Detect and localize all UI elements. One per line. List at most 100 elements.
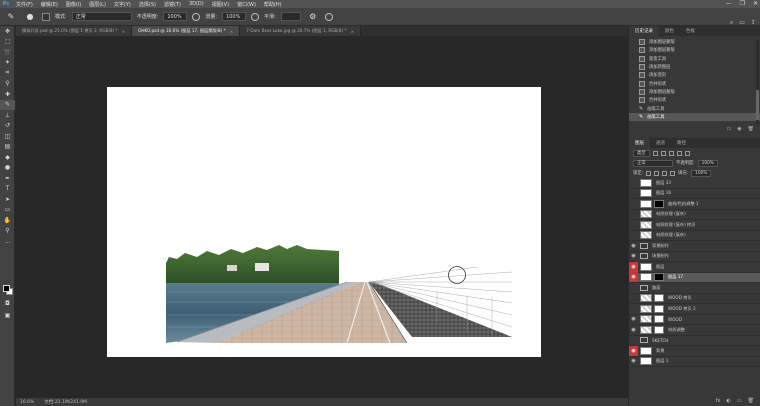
visibility-eye-icon[interactable]: ◉	[629, 251, 638, 261]
fill-field[interactable]: 100%	[691, 169, 712, 177]
dodge-tool-icon[interactable]: ●	[0, 163, 15, 174]
healing-brush-tool-icon[interactable]: ✚	[0, 89, 15, 100]
pressure-opacity-icon[interactable]	[192, 12, 201, 21]
layer-row[interactable]: ◉ 背景制作	[629, 241, 760, 252]
menu-window[interactable]: 窗口(W)	[233, 1, 260, 8]
adjustment-layer-icon[interactable]: ◐	[727, 398, 731, 406]
visibility-eye-icon[interactable]	[629, 209, 638, 219]
type-tool-icon[interactable]: T	[0, 184, 15, 195]
lock-transparent-icon[interactable]	[646, 170, 652, 176]
eyedropper-tool-icon[interactable]: ⚲	[0, 79, 15, 90]
blur-tool-icon[interactable]: ◆	[0, 152, 15, 163]
layer-row[interactable]: ◉ WOOD	[629, 314, 760, 325]
pressure-size-icon[interactable]	[324, 12, 333, 21]
visibility-eye-icon[interactable]: ◉	[629, 241, 638, 251]
blend-mode-select[interactable]: 正常	[633, 159, 673, 167]
rectangle-tool-icon[interactable]: ▭	[0, 205, 15, 216]
history-brush-tool-icon[interactable]: ↺	[0, 121, 15, 132]
mode-select[interactable]: 正常	[71, 12, 132, 21]
history-item[interactable]: 添加图层蒙版	[629, 46, 760, 54]
clone-stamp-tool-icon[interactable]: ⊥	[0, 110, 15, 121]
visibility-eye-icon[interactable]: ◉	[629, 261, 638, 272]
visibility-eye-icon[interactable]	[629, 304, 638, 314]
quick-mask-icon[interactable]: ◘	[0, 298, 15, 309]
gradient-tool-icon[interactable]: ▤	[0, 142, 15, 153]
layer-row[interactable]: 路面	[629, 283, 760, 294]
layer-mask-thumbnail[interactable]	[654, 304, 664, 313]
layer-row[interactable]: ◉ 图层 1	[629, 356, 760, 367]
layer-mask-thumbnail[interactable]	[654, 294, 664, 303]
flow-field[interactable]: 100%	[222, 12, 247, 21]
layer-row[interactable]: ◉ 材质调整	[629, 325, 760, 336]
scrollbar-thumb[interactable]	[756, 90, 759, 120]
visibility-eye-icon[interactable]: ◉	[629, 272, 638, 283]
lock-position-icon[interactable]	[662, 170, 668, 176]
close-icon[interactable]: ×	[351, 29, 355, 34]
menu-view[interactable]: 视图(V)	[208, 1, 233, 8]
filter-smart-object-icon[interactable]	[684, 150, 690, 156]
zoom-level[interactable]: 16.6%	[20, 400, 34, 405]
brush-tool-icon[interactable]: ✎	[0, 99, 15, 110]
new-snapshot-icon[interactable]: ◉	[737, 126, 741, 134]
history-item[interactable]: 添加图层蒙版	[629, 88, 760, 96]
layer-row[interactable]: SKETCH	[629, 335, 760, 346]
more-tools-icon[interactable]: …	[0, 236, 15, 247]
magic-wand-tool-icon[interactable]: ✦	[0, 58, 15, 69]
layer-mask-thumbnail[interactable]	[654, 315, 664, 324]
eraser-tool-icon[interactable]: ◫	[0, 131, 15, 142]
filter-pixel-icon[interactable]	[652, 150, 658, 156]
visibility-eye-icon[interactable]	[629, 230, 638, 240]
menu-layer[interactable]: 图层(L)	[85, 1, 110, 8]
brush-size-picker-icon[interactable]: ●	[23, 11, 37, 23]
history-item[interactable]: 渐变工具	[629, 55, 760, 63]
tab-layers[interactable]: 图层	[629, 138, 650, 148]
visibility-eye-icon[interactable]: ◉	[629, 325, 638, 335]
layer-row[interactable]: 材质纹理 (复杂) 拷贝	[629, 220, 760, 231]
filter-type-icon[interactable]	[668, 150, 674, 156]
layer-kind-filter[interactable]: 类型	[633, 149, 650, 157]
smoothing-field[interactable]	[280, 12, 301, 21]
layer-style-icon[interactable]: fx	[716, 398, 721, 406]
hand-tool-icon[interactable]: ✋	[0, 215, 15, 226]
layer-row[interactable]: 材质纹理 (复杂)	[629, 209, 760, 220]
menu-filter[interactable]: 滤镜(T)	[160, 1, 185, 8]
marquee-tool-icon[interactable]: ⬚	[0, 37, 15, 48]
close-button[interactable]: ✕	[753, 0, 758, 7]
airbrush-icon[interactable]	[251, 12, 260, 21]
tab-paths[interactable]: 路径	[671, 138, 692, 148]
layer-row[interactable]: 曲线/色阶调整 1	[629, 199, 760, 210]
history-item[interactable]: 添加图层蒙版	[629, 38, 760, 46]
layer-row[interactable]: 图层 33	[629, 178, 760, 189]
tab-channels[interactable]: 通道	[650, 138, 671, 148]
smoothing-settings-icon[interactable]: ⚙	[306, 11, 320, 23]
visibility-eye-icon[interactable]	[629, 220, 638, 230]
tab-swatches[interactable]: 色板	[680, 26, 701, 36]
history-item[interactable]: 添加新图层	[629, 63, 760, 71]
maximize-button[interactable]: ❐	[740, 0, 745, 7]
screen-mode-icon[interactable]: ▣	[0, 310, 15, 321]
lock-image-icon[interactable]	[654, 170, 660, 176]
layer-row[interactable]: 图层 16	[629, 189, 760, 199]
layer-mask-thumbnail[interactable]	[654, 273, 664, 282]
visibility-eye-icon[interactable]	[629, 283, 638, 293]
document-canvas[interactable]	[107, 87, 541, 357]
layer-row[interactable]: 材质纹理 (复杂)	[629, 230, 760, 241]
history-item[interactable]: 合并形状	[629, 96, 760, 104]
new-layer-icon[interactable]: ▭	[737, 398, 742, 406]
history-item-selected[interactable]: ✎ 画笔工具	[629, 112, 760, 121]
layer-opacity-field[interactable]: 100%	[697, 159, 718, 167]
brush-tool-preset-icon[interactable]: ✎	[4, 11, 18, 23]
move-tool-icon[interactable]: ✥	[0, 26, 15, 37]
filter-adjustment-icon[interactable]	[660, 150, 666, 156]
menu-help[interactable]: 帮助(H)	[260, 1, 286, 8]
filter-shape-icon[interactable]	[676, 150, 682, 156]
visibility-eye-icon[interactable]	[629, 335, 638, 345]
tab-color[interactable]: 颜色	[659, 26, 680, 36]
visibility-eye-icon[interactable]	[629, 178, 638, 188]
visibility-eye-icon[interactable]: ◉	[629, 314, 638, 324]
layer-mask-thumbnail[interactable]	[654, 325, 664, 334]
menu-file[interactable]: 文件(F)	[12, 1, 37, 8]
history-item[interactable]: 合并形状	[629, 79, 760, 87]
foreground-color-swatch[interactable]	[3, 285, 10, 292]
visibility-eye-icon[interactable]: ◉	[629, 356, 638, 366]
